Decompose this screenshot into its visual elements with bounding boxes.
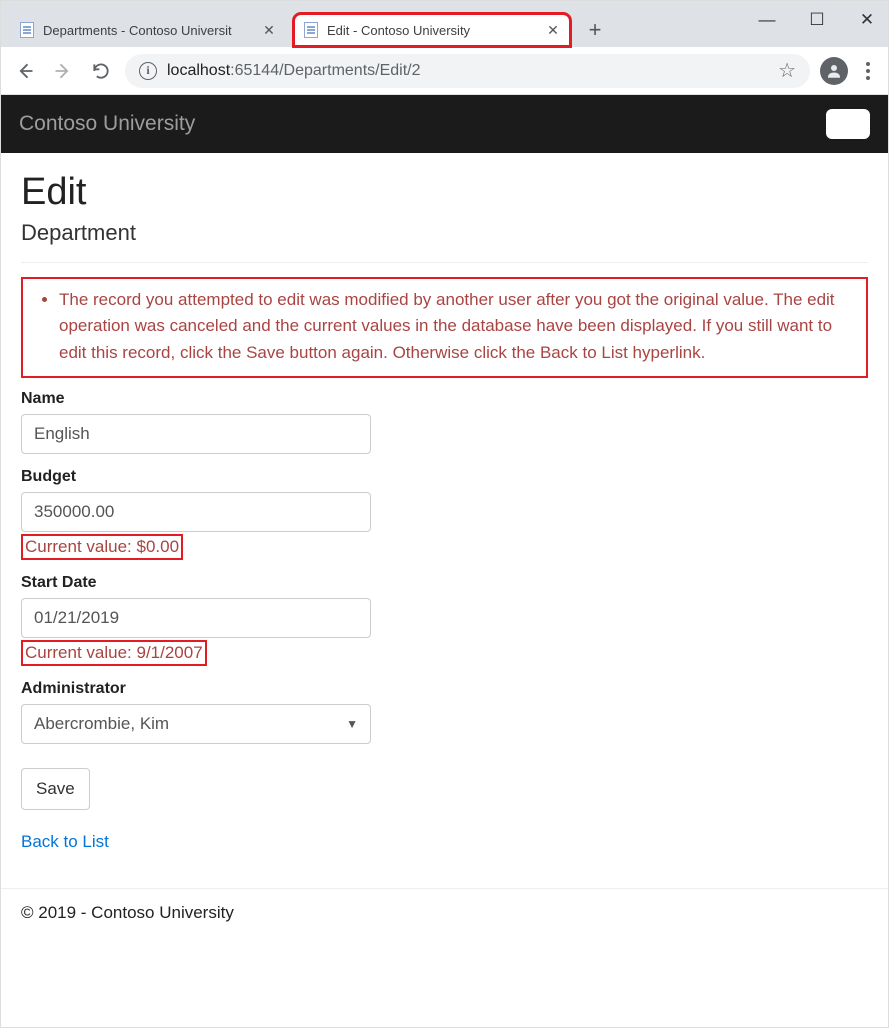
close-icon[interactable]: ✕: [545, 22, 561, 38]
start-date-error: Current value: 9/1/2007: [21, 640, 207, 666]
page-subtitle: Department: [21, 220, 868, 246]
budget-label: Budget: [21, 468, 381, 486]
favicon-icon: [303, 22, 319, 38]
url-host: localhost: [167, 62, 230, 80]
chevron-down-icon: ▼: [346, 717, 358, 731]
validation-summary: The record you attempted to edit was mod…: [21, 277, 868, 378]
new-tab-button[interactable]: +: [581, 16, 609, 44]
budget-error: Current value: $0.00: [21, 534, 183, 560]
browser-tab-strip: Departments - Contoso Universit ✕ Edit -…: [1, 1, 888, 47]
page-title: Edit: [21, 171, 868, 214]
favicon-icon: [19, 22, 35, 38]
minimize-icon[interactable]: ―: [754, 7, 780, 33]
maximize-icon[interactable]: ☐: [804, 7, 830, 33]
start-date-label: Start Date: [21, 574, 381, 592]
admin-value: Abercrombie, Kim: [34, 714, 169, 734]
budget-value: 350000.00: [34, 502, 114, 522]
form-group-name: Name English: [21, 390, 381, 454]
close-icon[interactable]: ✕: [261, 22, 277, 38]
site-navbar: Contoso University: [1, 95, 888, 153]
bookmark-icon[interactable]: ☆: [778, 58, 796, 83]
admin-label: Administrator: [21, 680, 381, 698]
save-button[interactable]: Save: [21, 768, 90, 810]
footer: © 2019 - Contoso University: [1, 895, 888, 943]
site-info-icon[interactable]: i: [139, 62, 157, 80]
start-date-value: 01/21/2019: [34, 608, 119, 628]
footer-divider: [1, 888, 888, 889]
browser-tab-edit[interactable]: Edit - Contoso University ✕: [293, 13, 571, 47]
nav-toggle-button[interactable]: [826, 109, 870, 139]
form-group-budget: Budget 350000.00 Current value: $0.00: [21, 468, 381, 560]
admin-select[interactable]: Abercrombie, Kim ▼: [21, 704, 371, 744]
divider: [21, 262, 868, 263]
forward-icon[interactable]: [49, 57, 77, 85]
start-date-field[interactable]: 01/21/2019: [21, 598, 371, 638]
name-label: Name: [21, 390, 381, 408]
profile-icon[interactable]: [820, 57, 848, 85]
validation-summary-item: The record you attempted to edit was mod…: [59, 287, 856, 366]
form-group-start-date: Start Date 01/21/2019 Current value: 9/1…: [21, 574, 381, 666]
menu-icon[interactable]: [858, 62, 878, 80]
brand[interactable]: Contoso University: [19, 112, 195, 136]
name-field[interactable]: English: [21, 414, 371, 454]
form-group-admin: Administrator Abercrombie, Kim ▼: [21, 680, 381, 744]
tab-title: Departments - Contoso Universit: [43, 23, 255, 38]
url-port: :65144: [230, 62, 279, 80]
browser-toolbar: i localhost:65144/Departments/Edit/2 ☆: [1, 47, 888, 95]
url-path: /Departments/Edit/2: [279, 62, 420, 80]
close-window-icon[interactable]: ✕: [854, 7, 880, 33]
browser-tab-departments[interactable]: Departments - Contoso Universit ✕: [9, 13, 287, 47]
tab-title: Edit - Contoso University: [327, 23, 539, 38]
back-to-list-link[interactable]: Back to List: [21, 832, 868, 852]
address-bar[interactable]: i localhost:65144/Departments/Edit/2 ☆: [125, 54, 810, 88]
name-value: English: [34, 424, 90, 444]
budget-field[interactable]: 350000.00: [21, 492, 371, 532]
reload-icon[interactable]: [87, 57, 115, 85]
back-icon[interactable]: [11, 57, 39, 85]
window-controls: ― ☐ ✕: [754, 7, 880, 33]
page-content: Edit Department The record you attempted…: [1, 153, 888, 862]
